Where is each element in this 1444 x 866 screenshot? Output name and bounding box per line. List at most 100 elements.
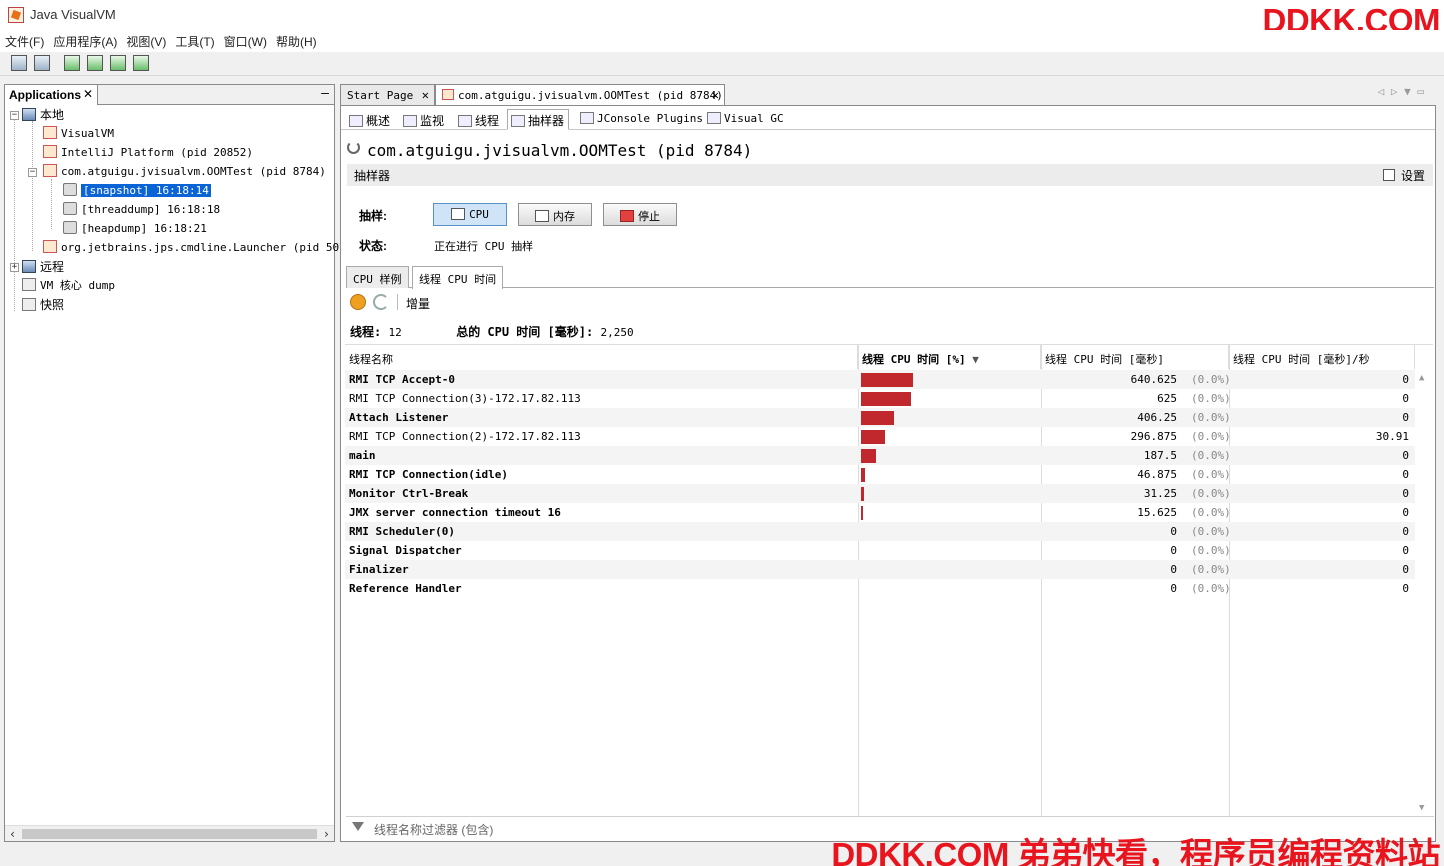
- close-icon[interactable]: ✕: [712, 88, 719, 102]
- column-header-cpu-ms-per-sec[interactable]: 线程 CPU 时间 [毫秒]/秒: [1229, 345, 1415, 369]
- column-header-cpu-percent[interactable]: 线程 CPU 时间 [%] ▼: [858, 345, 1041, 369]
- column-header-cpu-ms[interactable]: 线程 CPU 时间 [毫秒]: [1041, 345, 1229, 369]
- tab-navigation-icons[interactable]: ◁ ▷ ▼ ▭: [1378, 85, 1424, 98]
- thread-name-cell: Monitor Ctrl-Break: [349, 487, 469, 500]
- vertical-scrollbar[interactable]: ▲ ▼: [1416, 369, 1432, 817]
- tab-monitor[interactable]: 监视: [399, 109, 449, 130]
- minimize-icon[interactable]: —: [321, 86, 329, 101]
- tab-visual-gc[interactable]: Visual GC: [703, 109, 789, 130]
- close-icon[interactable]: ✕: [83, 87, 93, 101]
- table-row[interactable]: RMI TCP Connection(3)-172.17.82.113 625 (0…: [345, 389, 1415, 408]
- thread-dump-icon[interactable]: [110, 55, 126, 71]
- menu-applications[interactable]: 应用程序(A): [48, 30, 121, 52]
- tree-node-launcher[interactable]: org.jetbrains.jps.cmdline.Launcher (pid …: [43, 239, 359, 257]
- total-cpu-time-value: 2,250: [600, 326, 634, 339]
- tree-node-visualvm[interactable]: VisualVM: [43, 125, 114, 143]
- table-row[interactable]: RMI TCP Connection(2)-172.17.82.113 296.8…: [345, 427, 1415, 446]
- expand-local-toggle[interactable]: −: [10, 111, 19, 120]
- close-icon[interactable]: ✕: [422, 88, 429, 102]
- thread-name-cell: Reference Handler: [349, 582, 462, 595]
- load-application-snapshot-icon[interactable]: [11, 55, 27, 71]
- table-row[interactable]: Finalizer 0 (0.0%) 0: [345, 560, 1415, 579]
- expand-remote-toggle[interactable]: +: [10, 263, 19, 272]
- tree-guide-line: [14, 115, 15, 311]
- thread-dump-icon: [63, 202, 77, 215]
- menu-tools[interactable]: 工具(T): [170, 30, 218, 52]
- table-row[interactable]: Attach Listener 406.25 (0.0%) 0: [345, 408, 1415, 427]
- sampler-header-label: 抽样器: [354, 169, 391, 183]
- tree-node-threaddump[interactable]: [threaddump] 16:18:18: [63, 201, 220, 219]
- menu-window[interactable]: 窗口(W): [219, 30, 271, 52]
- tab-thread-cpu-time[interactable]: 线程 CPU 时间: [412, 266, 504, 289]
- tree-node-heapdump[interactable]: [heapdump] 16:18:21: [63, 220, 207, 238]
- loading-spinner-icon: [347, 141, 360, 154]
- stop-button[interactable]: 停止: [603, 203, 677, 226]
- cpu-ms-per-sec-cell: 0: [1402, 563, 1409, 576]
- table-row[interactable]: RMI TCP Accept-0 640.625 (0.0%) 0: [345, 370, 1415, 389]
- settings-checkbox[interactable]: [1383, 169, 1395, 181]
- tab-oomtest[interactable]: com.atguigu.jvisualvm.OOMTest (pid 8784)…: [435, 84, 725, 106]
- memory-sample-button[interactable]: 内存: [518, 203, 592, 226]
- settings-label[interactable]: 设置: [1401, 167, 1425, 184]
- menu-bar: 文件(F) 应用程序(A) 视图(V) 工具(T) 窗口(W) 帮助(H): [0, 30, 1444, 52]
- tab-overview[interactable]: 概述: [345, 109, 395, 130]
- table-row[interactable]: JMX server connection timeout 16 15.625 (0…: [345, 503, 1415, 522]
- tree-node-snapshots[interactable]: 快照: [22, 296, 64, 314]
- scrollbar-thumb[interactable]: [22, 829, 317, 839]
- cpu-sample-button[interactable]: CPU: [433, 203, 507, 226]
- pause-icon[interactable]: [350, 294, 366, 310]
- delta-toggle[interactable]: 增量: [406, 295, 430, 312]
- tree-node-intellij[interactable]: IntelliJ Platform (pid 20852): [43, 144, 253, 162]
- menu-file[interactable]: 文件(F): [0, 30, 48, 52]
- scroll-up-icon[interactable]: ▲: [1419, 373, 1424, 383]
- cpu-ms-cell: 15.625: [1137, 506, 1177, 519]
- threads-count-label: 线程:: [350, 325, 382, 339]
- heap-dump-icon[interactable]: [87, 55, 103, 71]
- tab-cpu-samples[interactable]: CPU 样例: [346, 266, 409, 288]
- cpu-ms-per-sec-cell: 0: [1402, 487, 1409, 500]
- tab-start-page[interactable]: Start Page ✕: [340, 84, 435, 106]
- applications-tab[interactable]: Applications ✕: [5, 85, 98, 105]
- cpu-ms-cell: 187.5: [1143, 449, 1177, 462]
- save-icon[interactable]: [34, 55, 50, 71]
- title-bar: Java VisualVM DDKK.COM: [0, 0, 1444, 39]
- cpu-percent-bar: [861, 468, 865, 482]
- tab-threads[interactable]: 线程: [454, 109, 504, 130]
- add-jmx-connection-icon[interactable]: [64, 55, 80, 71]
- document-tabbar: Start Page ✕ com.atguigu.jvisualvm.OOMTe…: [340, 84, 1436, 106]
- scroll-left-icon[interactable]: ‹: [9, 827, 16, 841]
- menu-help[interactable]: 帮助(H): [271, 30, 321, 52]
- cpu-ms-per-sec-cell: 0: [1402, 582, 1409, 595]
- refresh-icon[interactable]: [373, 294, 389, 310]
- table-row[interactable]: RMI Scheduler(0) 0 (0.0%) 0: [345, 522, 1415, 541]
- scroll-right-icon[interactable]: ›: [323, 827, 330, 841]
- thread-filter-input[interactable]: 线程名称过滤器 (包含): [374, 821, 493, 838]
- cpu-ms-percent-cell: (0.0%): [1191, 430, 1231, 443]
- tree-node-oomtest[interactable]: com.atguigu.jvisualvm.OOMTest (pid 8784): [43, 163, 326, 181]
- expand-oomtest-toggle[interactable]: −: [28, 168, 37, 177]
- cpu-ms-per-sec-cell: 0: [1402, 468, 1409, 481]
- table-row[interactable]: Signal Dispatcher 0 (0.0%) 0: [345, 541, 1415, 560]
- menu-view[interactable]: 视图(V): [121, 30, 170, 52]
- tree-node-snapshot[interactable]: [snapshot] 16:18:14: [63, 182, 211, 200]
- table-row[interactable]: main 187.5 (0.0%) 0: [345, 446, 1415, 465]
- cpu-ms-per-sec-cell: 0: [1402, 525, 1409, 538]
- applications-panel: Applications ✕ — − 本地 VisualVM IntelliJ …: [4, 84, 359, 842]
- cpu-ms-per-sec-cell: 0: [1402, 411, 1409, 424]
- horizontal-scrollbar[interactable]: ‹ ›: [5, 825, 334, 841]
- scroll-down-icon[interactable]: ▼: [1419, 803, 1424, 813]
- table-row[interactable]: RMI TCP Connection(idle) 46.875 (0.0%) 0: [345, 465, 1415, 484]
- tree-node-coredump[interactable]: VM 核心 dump: [22, 277, 115, 295]
- tree-node-local[interactable]: 本地: [22, 106, 64, 124]
- table-row[interactable]: Monitor Ctrl-Break 31.25 (0.0%) 0: [345, 484, 1415, 503]
- column-header-thread-name[interactable]: 线程名称: [345, 345, 858, 369]
- visualvm-app-icon: [8, 7, 24, 23]
- thread-name-cell: RMI TCP Connection(idle): [349, 468, 508, 481]
- thread-name-cell: RMI TCP Accept-0: [349, 373, 455, 386]
- thread-name-cell: RMI TCP Connection(3)-172.17.82.113: [349, 392, 581, 405]
- table-row[interactable]: Reference Handler 0 (0.0%) 0: [345, 579, 1415, 598]
- tab-sampler[interactable]: 抽样器: [507, 109, 570, 130]
- snapshot-icon[interactable]: [133, 55, 149, 71]
- tree-node-remote[interactable]: 远程: [22, 258, 64, 276]
- tab-jconsole-plugins[interactable]: JConsole Plugins: [576, 109, 708, 130]
